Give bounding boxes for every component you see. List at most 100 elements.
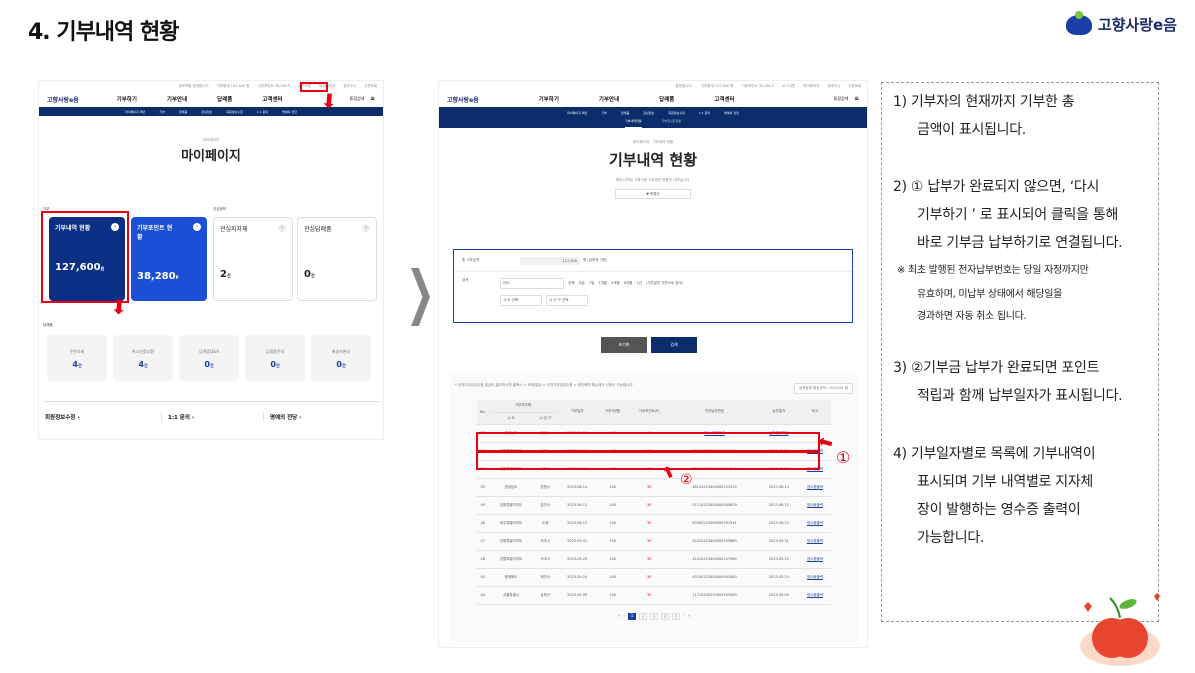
note-1a: 1) 기부자의 현재까지 기부한 총 bbox=[893, 94, 1075, 110]
cell-remark[interactable]: 영수증출력 bbox=[798, 550, 831, 569]
cell-no: 44 bbox=[477, 586, 489, 605]
cell-remark[interactable]: 영수증출력 bbox=[798, 532, 831, 551]
pagination: « ‹ 1 2 3 4 5 › » bbox=[449, 612, 859, 620]
page-3[interactable]: 3 bbox=[650, 612, 658, 620]
util-logout[interactable]: 로그아웃 bbox=[782, 84, 795, 89]
subnav-gift[interactable]: 답례품 bbox=[621, 111, 629, 115]
stat-gift-qna[interactable]: 답례품Q&A 0건 bbox=[179, 335, 239, 381]
nav-donate[interactable]: 기부하기 bbox=[539, 95, 559, 103]
cell-remark[interactable]: 영수증출력 bbox=[798, 496, 831, 515]
highlight-unpaid-row bbox=[476, 432, 820, 452]
nav-logo[interactable]: 고향사랑e음 bbox=[47, 95, 79, 104]
history-screenshot: 환영합니다. 기부합계 127,600 원 기부포인트 38,280 P 로그아… bbox=[438, 80, 868, 648]
interest-gift-card[interactable]: › 관심답례품 0건 bbox=[297, 217, 377, 301]
cell-date: 2023.05.24 bbox=[557, 568, 598, 587]
page-1[interactable]: 1 bbox=[628, 612, 636, 620]
period-3m[interactable]: 3개월 bbox=[611, 281, 620, 286]
subtab-points[interactable]: 기부포인트현황 bbox=[662, 119, 681, 128]
first-page-icon[interactable]: « bbox=[618, 613, 620, 620]
nav-guide[interactable]: 기부안내 bbox=[599, 95, 619, 103]
year-select[interactable]: 년도 bbox=[500, 278, 564, 289]
subnav-honor[interactable]: 명예의 전당 bbox=[282, 110, 297, 114]
subnav-donation[interactable]: 기부 bbox=[601, 111, 607, 115]
search-button[interactable]: 검색 bbox=[651, 337, 697, 353]
nav-search[interactable]: 통합검색 bbox=[350, 96, 365, 102]
card-value: 38,280P bbox=[137, 271, 179, 282]
cell-sido: 강원특별자치도 bbox=[488, 496, 534, 515]
util-mypage[interactable]: 마이페이지 bbox=[803, 84, 819, 89]
cell-remark[interactable]: 영수증출력 bbox=[798, 568, 831, 587]
notice-text: * 전자기부금영수증 발급이 필요하시면 홈택스 > 조회/발급 > 전자기부금… bbox=[455, 383, 634, 387]
period-today[interactable]: 오늘 bbox=[578, 281, 584, 286]
cell-sigungu: 송파구 bbox=[533, 586, 558, 605]
prev-page-icon[interactable]: ‹ bbox=[623, 613, 625, 620]
link-qna[interactable]: 1:1 문의 › bbox=[161, 412, 263, 421]
cell-remark[interactable]: 영수증출력 bbox=[798, 514, 831, 533]
util-total: 기부합계 127,600 원 bbox=[216, 83, 250, 88]
subnav-member[interactable]: 회원정보수정 bbox=[226, 110, 243, 114]
page-2[interactable]: 2 bbox=[639, 612, 647, 620]
subtab-history[interactable]: 기부내역현황 bbox=[625, 119, 642, 128]
table-row: 48 제주특별자치도 도청 2023.06.12 100 30 50000223300000… bbox=[477, 514, 831, 533]
nav-gifts[interactable]: 답례품 bbox=[217, 95, 232, 103]
subnav-donation[interactable]: 기부 bbox=[159, 110, 165, 114]
stat-returns[interactable]: 취소반품교환 4건 bbox=[113, 335, 173, 381]
util-cart[interactable]: 장바구니 bbox=[343, 84, 356, 89]
period-1m[interactable]: 1개월 bbox=[598, 281, 607, 286]
period-6m[interactable]: 6개월 bbox=[624, 281, 633, 286]
cell-remark[interactable]: 영수증출력 bbox=[798, 478, 831, 497]
cell-pay-date: 2023.06.14 bbox=[758, 478, 799, 497]
next-page-icon[interactable]: › bbox=[683, 613, 685, 620]
subnav-gift[interactable]: 답례품 bbox=[179, 110, 187, 114]
toggle-button[interactable]: ▼ 목록닫 bbox=[615, 189, 691, 199]
util-orders[interactable]: 주문조회 bbox=[848, 84, 861, 89]
subnav-interest[interactable]: 관심정보 bbox=[201, 110, 212, 114]
col-no: No. bbox=[477, 400, 489, 425]
cell-pay-date: 2023.05.09 bbox=[758, 586, 799, 605]
stat-gift-inquiry[interactable]: 답례품문의 0건 bbox=[245, 335, 305, 381]
subnav-main[interactable]: 마이페이지 메인 bbox=[567, 111, 587, 115]
page-4[interactable]: 4 bbox=[661, 612, 669, 620]
subnav-member[interactable]: 회원정보수정 bbox=[668, 111, 685, 115]
stat-orders[interactable]: 주문조회 4건 bbox=[47, 335, 107, 381]
subnav-qna[interactable]: 1:1 문의 bbox=[699, 111, 710, 115]
last-page-icon[interactable]: » bbox=[688, 613, 690, 620]
result-panel: * 전자기부금영수증 발급이 필요하시면 홈택스 > 조회/발급 > 전자기부금… bbox=[449, 373, 859, 645]
subnav-qna[interactable]: 1:1 문의 bbox=[257, 110, 268, 114]
subnav-honor[interactable]: 명예의 전당 bbox=[724, 111, 739, 115]
subnav-main[interactable]: 마이페이지 메인 bbox=[125, 110, 145, 114]
col-date: 기부일자 bbox=[557, 400, 598, 425]
nav-search[interactable]: 통합검색 bbox=[834, 96, 849, 102]
interest-region-card[interactable]: › 관심지자체 2건 bbox=[213, 217, 293, 301]
link-honor[interactable]: 명예의 전당 › bbox=[263, 412, 301, 421]
period-7d[interactable]: 7일 bbox=[589, 281, 594, 286]
col-sigungu: 시·군·구 bbox=[533, 412, 558, 425]
page-5[interactable]: 5 bbox=[672, 612, 680, 620]
util-orders[interactable]: 주문조회 bbox=[364, 84, 377, 89]
period-1y[interactable]: 1년 bbox=[636, 281, 641, 286]
sigungu-select[interactable]: 시·군·구 선택 bbox=[546, 295, 588, 306]
nav-support[interactable]: 고객센터 bbox=[714, 95, 734, 103]
brand-name: 고향사랑e음 bbox=[1097, 16, 1177, 34]
reset-button[interactable]: 초기화 bbox=[601, 337, 647, 353]
nav-logo[interactable]: 고향사랑e음 bbox=[447, 95, 479, 104]
period-all[interactable]: 전체 bbox=[568, 281, 574, 286]
menu-icon[interactable]: ≡ bbox=[854, 96, 859, 102]
util-cart[interactable]: 장바구니 bbox=[827, 84, 840, 89]
subnav-interest[interactable]: 관심정보 bbox=[643, 111, 654, 115]
nav-donate[interactable]: 기부하기 bbox=[117, 95, 137, 103]
nav-guide[interactable]: 기부안내 bbox=[167, 95, 187, 103]
cell-remark[interactable]: 영수증출력 bbox=[798, 586, 831, 605]
nav-gifts[interactable]: 답례품 bbox=[659, 95, 674, 103]
menu-icon[interactable]: ≡ bbox=[370, 96, 375, 102]
page-heading: 기부내역 현황 bbox=[608, 151, 698, 169]
donation-points-card[interactable]: › 기부포인트 현황 38,280P bbox=[131, 217, 207, 301]
stat-address[interactable]: 배송지관리 0건 bbox=[311, 335, 371, 381]
nav-support[interactable]: 고객센터 bbox=[262, 95, 282, 103]
table-header-row: No. 기부지자체 기부일자 기부액(원) 기부포인트(P) 전자납부번호 납부… bbox=[477, 400, 831, 425]
donation-table: No. 기부지자체 기부일자 기부액(원) 기부포인트(P) 전자납부번호 납부… bbox=[477, 400, 831, 605]
cell-sido: 강원특별자치도 bbox=[488, 550, 534, 569]
sido-select[interactable]: 시·도 선택 bbox=[500, 295, 542, 306]
arrow-right-icon: › bbox=[278, 224, 286, 232]
link-member-edit[interactable]: 회원정보수정 › bbox=[43, 413, 161, 421]
